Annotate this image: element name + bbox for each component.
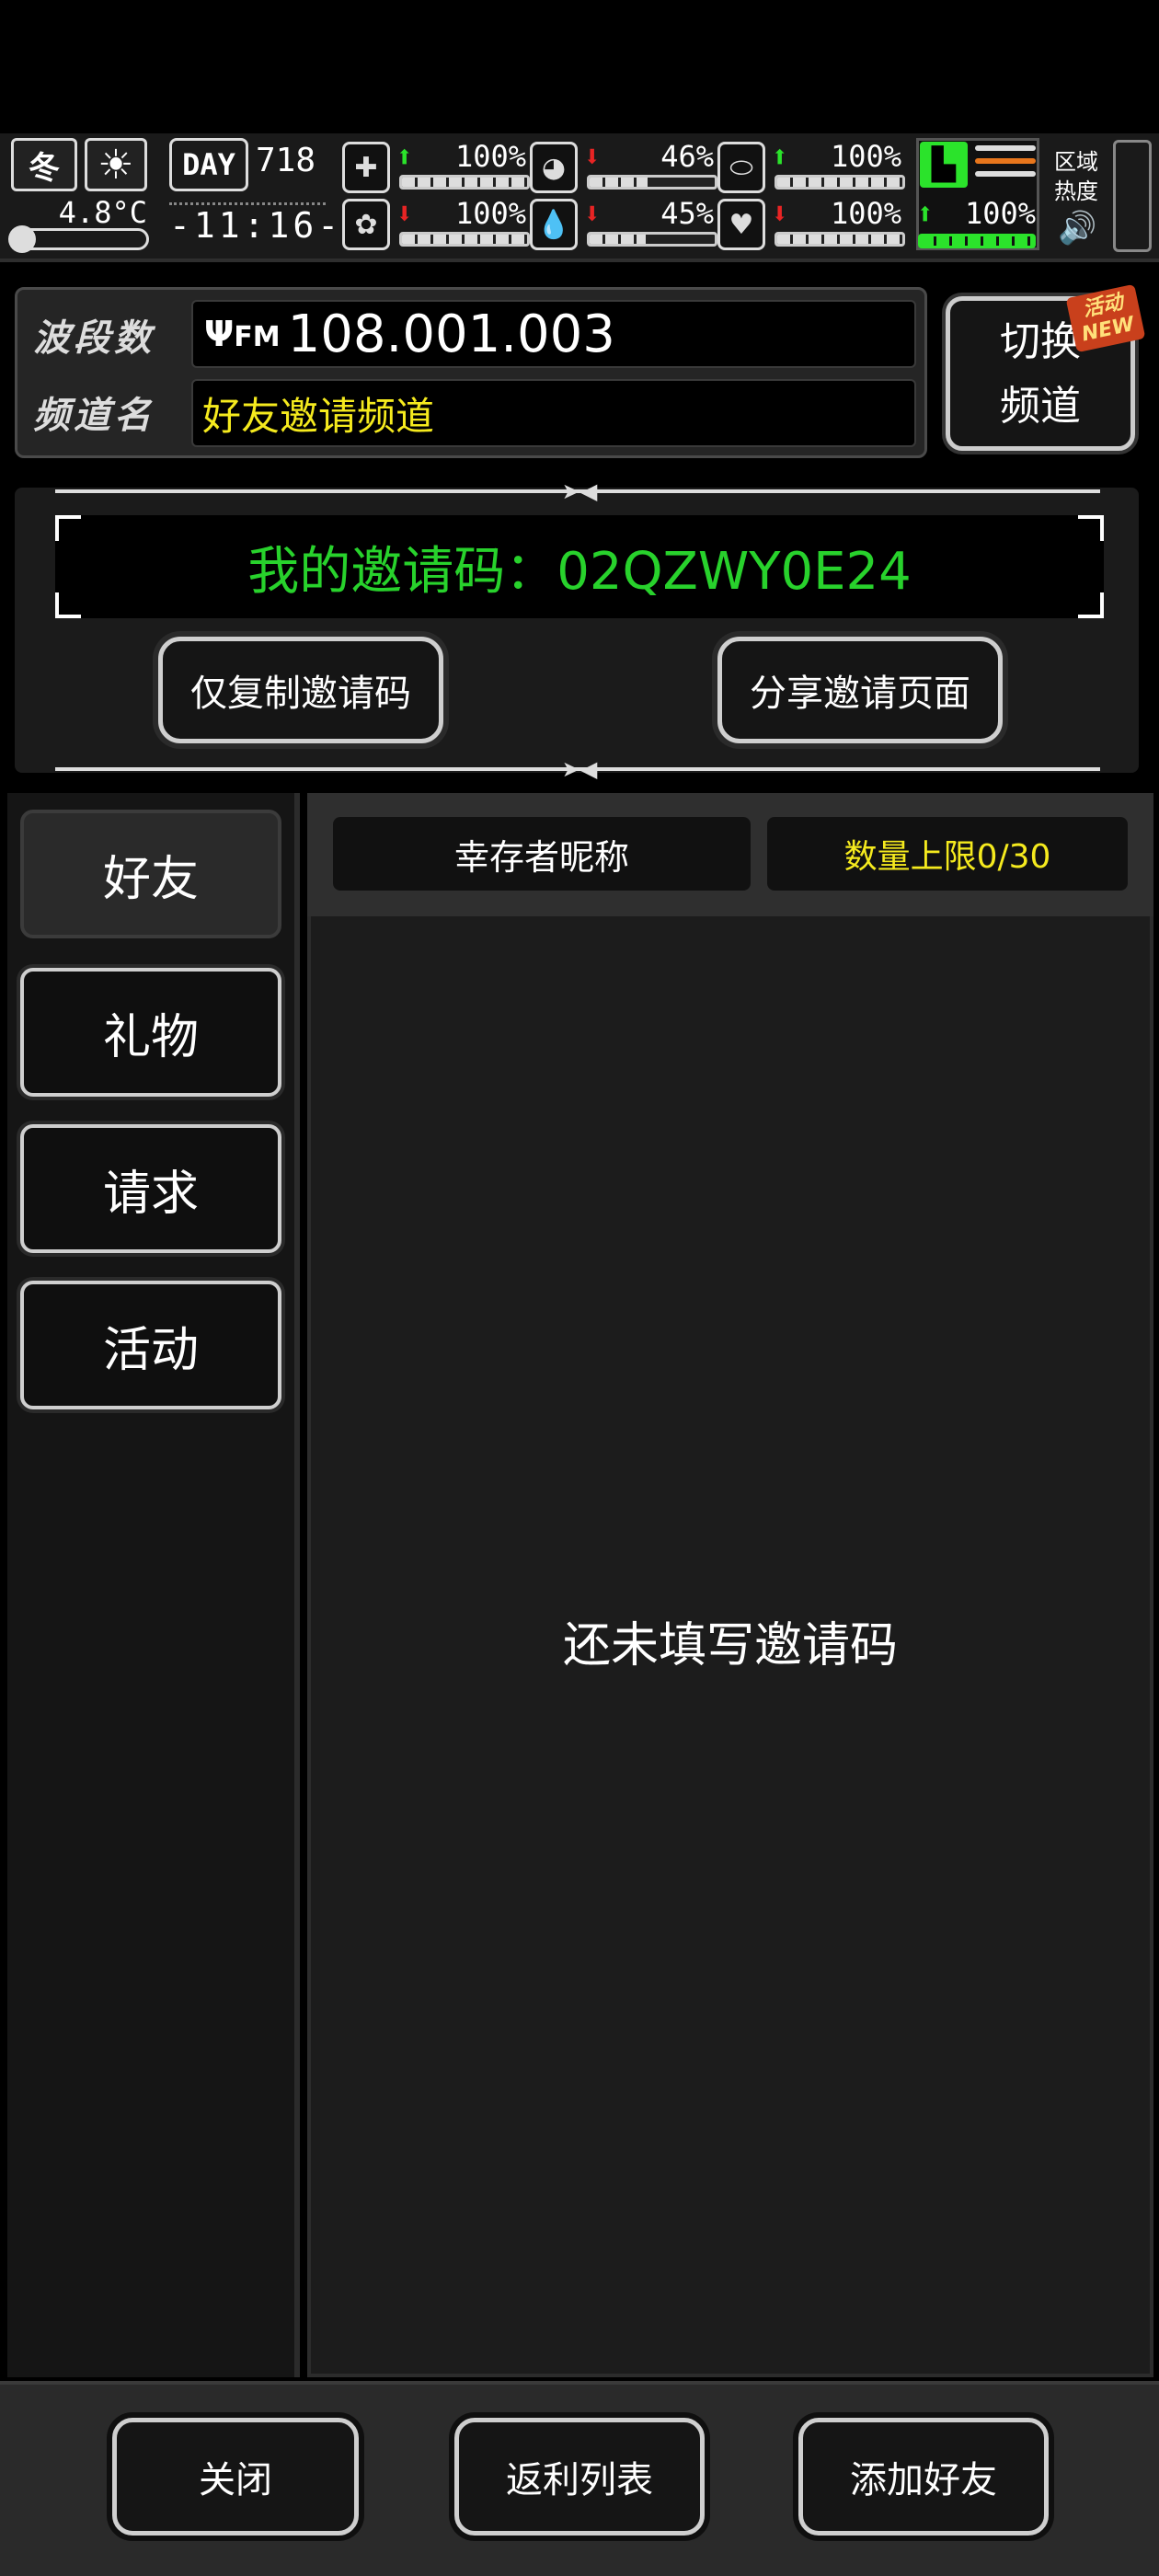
- game-clock: -11:16-: [169, 202, 339, 248]
- stat-heart-bar: [775, 232, 905, 247]
- close-button[interactable]: 关闭: [112, 2418, 359, 2536]
- area-heat-label: 区域热度: [1054, 149, 1098, 204]
- divider-arrows-icon: ➤◀: [561, 478, 598, 504]
- stat-heart: ⬇ 100%: [771, 196, 901, 231]
- arrow-down-icon: ⬇: [771, 196, 789, 231]
- tab-gifts[interactable]: 礼物: [20, 968, 281, 1097]
- arrow-up-icon: ⬆: [396, 139, 414, 174]
- tab-friends[interactable]: 好友: [20, 810, 281, 938]
- stat-medicine-bar: [775, 175, 905, 190]
- limit-column-header: 数量上限0/30: [767, 817, 1128, 891]
- medkit-icon: ✚: [342, 142, 390, 193]
- band-label: 波段数: [33, 317, 155, 360]
- stat-medicine: ⬆ 100%: [771, 139, 901, 174]
- stat-stamina-value: 100%: [964, 196, 1036, 231]
- stat-health-bar: [399, 175, 530, 190]
- tab-events[interactable]: 活动: [20, 1281, 281, 1409]
- switch-channel-label-2: 频道: [1000, 383, 1081, 430]
- stat-thirst: ⬇ 45%: [583, 196, 714, 231]
- arrow-up-icon: ⬆: [916, 196, 935, 231]
- speaker-icon[interactable]: 🔊: [1058, 210, 1100, 247]
- divider-arrows-icon: ➤◀: [561, 756, 598, 782]
- invite-code-text: 我的邀请码：02QZWY0E24: [247, 541, 912, 602]
- stat-health-value: 100%: [454, 139, 526, 174]
- nickname-column-header: 幸存者昵称: [333, 817, 751, 891]
- sun-icon: ☀: [85, 138, 147, 191]
- channel-name-display: 好友邀请频道: [191, 379, 916, 447]
- channel-name-value: 好友邀请频道: [202, 393, 435, 439]
- stat-medicine-value: 100%: [830, 139, 901, 174]
- stat-stamina: ⬆ 100%: [916, 196, 1036, 231]
- season-indicator: 冬: [11, 138, 77, 191]
- speed-lines: [975, 145, 1036, 186]
- heart-icon: ♥: [717, 199, 765, 250]
- water-drop-icon: 💧: [530, 199, 578, 250]
- arrow-down-icon: ⬇: [396, 196, 414, 231]
- day-number: 718: [256, 142, 316, 179]
- stat-thirst-value: 45%: [660, 196, 714, 231]
- stat-hunger-value: 46%: [660, 139, 714, 174]
- frequency-display: ΨFM 108.001.003: [191, 300, 916, 368]
- stat-stamina-bar: [918, 234, 1036, 248]
- thermometer-icon: [8, 225, 149, 253]
- brain-icon: ✿: [342, 199, 390, 250]
- fm-label: FM: [234, 321, 281, 353]
- copy-code-button[interactable]: 仅复制邀请码: [158, 637, 443, 743]
- frequency-value: 108.001.003: [287, 304, 615, 364]
- boot-icon: ▙: [920, 142, 968, 188]
- empty-state-message: 还未填写邀请码: [562, 1618, 898, 1673]
- arrow-down-icon: ⬇: [583, 196, 602, 231]
- antenna-icon: ΨFM: [204, 314, 281, 354]
- friend-list-panel[interactable]: [307, 793, 1153, 2377]
- stat-thirst-bar: [587, 232, 717, 247]
- rebate-list-button[interactable]: 返利列表: [454, 2418, 705, 2536]
- channel-name-label: 频道名: [33, 395, 155, 437]
- share-page-button[interactable]: 分享邀请页面: [717, 637, 1003, 743]
- side-handle[interactable]: [1113, 140, 1152, 252]
- stat-heart-value: 100%: [830, 196, 901, 231]
- day-label: DAY: [169, 138, 248, 191]
- stat-mental-value: 100%: [454, 196, 526, 231]
- tab-requests[interactable]: 请求: [20, 1124, 281, 1253]
- pill-icon: ⬭: [717, 142, 765, 193]
- stat-hunger: ⬇ 46%: [583, 139, 714, 174]
- temperature-readout: 4.8°C: [58, 195, 147, 230]
- stat-hunger-bar: [587, 175, 717, 190]
- stat-mental: ⬇ 100%: [396, 196, 526, 231]
- arrow-down-icon: ⬇: [583, 139, 602, 174]
- add-friend-button[interactable]: 添加好友: [798, 2418, 1049, 2536]
- stat-health: ⬆ 100%: [396, 139, 526, 174]
- stomach-icon: ◕: [530, 142, 578, 193]
- arrow-up-icon: ⬆: [771, 139, 789, 174]
- stat-mental-bar: [399, 232, 530, 247]
